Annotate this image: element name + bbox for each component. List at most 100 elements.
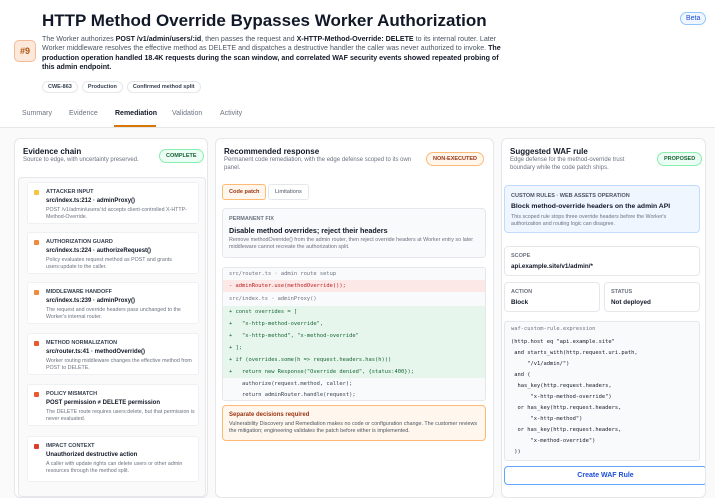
fix-title: Disable method overrides; reject their h… — [229, 226, 388, 235]
deploy-status-field: STATUS Not deployed — [604, 282, 700, 312]
fix-label: PERMANENT FIX — [229, 216, 274, 222]
step-label: ATTACKER INPUT — [46, 189, 94, 195]
finding-header: #9 HTTP Method Override Bypasses Worker … — [0, 0, 715, 100]
step-label: AUTHORIZATION GUARD — [46, 239, 113, 245]
code-line: + if (overrides.some(h => request.header… — [223, 354, 485, 366]
expression-line: and starts_with(http.request.uri.path, — [511, 350, 638, 356]
limitations-tab[interactable]: Limitations — [268, 184, 309, 200]
code-line: - adminRouter.use(methodOverride()); — [223, 280, 485, 292]
code-line: + "x-http-method", "x-method-override" — [223, 330, 485, 342]
expression-line: and ( — [511, 372, 531, 378]
waf-expression: waf-custom-rule.expression (http.host eq… — [504, 321, 700, 461]
tab-remediation[interactable]: Remediation — [115, 110, 157, 117]
code-line: src/router.ts · admin route setup — [229, 271, 337, 277]
finding-tags: CWE-863 Production Confirmed method spli… — [42, 81, 201, 93]
step-location: src/index.ts:239 · adminProxy() — [46, 298, 136, 304]
expression-line: )) — [511, 449, 521, 455]
step-description: POST /v1/admin/users/:id accepts client-… — [46, 207, 187, 220]
deploy-status-value: Not deployed — [611, 299, 651, 306]
step-description: The request and override headers pass un… — [46, 307, 181, 320]
code-patch-tab[interactable]: Code patch — [222, 184, 267, 200]
scope-label: SCOPE — [511, 253, 531, 259]
severity-dot — [34, 240, 39, 245]
tag-confirmation: Confirmed method split — [126, 81, 201, 93]
evidence-step[interactable]: AUTHORIZATION GUARD src/index.ts:224 · a… — [27, 232, 199, 274]
code-line: return adminRouter.handle(request); — [229, 392, 356, 398]
separate-decisions-note: Separate decisions required Vulnerabilit… — [222, 405, 486, 441]
expression-line: "x-http-method") — [511, 416, 583, 422]
expression-line: (http.host eq "api.example.site" — [511, 339, 615, 345]
expression-line: has_key(http.request.headers, — [511, 383, 612, 389]
expression-line: "/v1/admin/") — [511, 361, 570, 367]
response-panel: Recommended response Permanent code reme… — [215, 138, 494, 498]
severity-dot — [34, 444, 39, 449]
evidence-subtitle: Source to edge, with uncertainty preserv… — [23, 157, 139, 163]
create-waf-rule-button[interactable]: Create WAF Rule — [504, 466, 705, 485]
code-line: + return new Response("Override denied",… — [223, 366, 485, 378]
code-diff: src/router.ts · admin route setup - admi… — [222, 267, 486, 401]
step-description: Worker routing middleware changes the ef… — [46, 358, 192, 371]
evidence-chain-list: ATTACKER INPUT src/index.ts:212 · adminP… — [18, 177, 206, 497]
code-line: src/index.ts · adminProxy() — [229, 296, 317, 302]
scope-field: SCOPE api.example.site/v1/admin/* — [504, 246, 700, 276]
tab-activity[interactable]: Activity — [220, 110, 242, 117]
active-tab-indicator — [114, 125, 156, 127]
step-location: src/index.ts:224 · authorizeRequest() — [46, 248, 152, 254]
step-location: src/router.ts:41 · methodOverride() — [46, 349, 146, 355]
rule-title: Block method-override headers on the adm… — [511, 203, 671, 210]
finding-index-badge: #9 — [14, 40, 36, 62]
scope-value: api.example.site/v1/admin/* — [511, 263, 593, 270]
code-line: + "x-http-method-override", — [223, 318, 485, 330]
severity-dot — [34, 290, 39, 295]
tab-validation[interactable]: Validation — [172, 110, 202, 117]
step-label: MIDDLEWARE HANDOFF — [46, 289, 112, 295]
waf-status-badge: PROPOSED — [657, 152, 703, 166]
evidence-step[interactable]: MIDDLEWARE HANDOFF src/index.ts:239 · ad… — [27, 282, 199, 324]
severity-dot — [34, 341, 39, 346]
expression-label: waf-custom-rule.expression — [511, 326, 596, 332]
tag-environment: Production — [81, 81, 123, 93]
action-label: ACTION — [511, 289, 533, 295]
step-description: A caller with update rights can delete u… — [46, 461, 183, 474]
fix-description: Remove methodOverride() from the admin r… — [229, 237, 474, 250]
expression-line: or has_key(http.request.headers, — [511, 405, 622, 411]
tab-bar: Summary Evidence Remediation Validation … — [0, 100, 715, 128]
evidence-step[interactable]: ATTACKER INPUT src/index.ts:212 · adminP… — [27, 182, 199, 224]
severity-dot — [34, 392, 39, 397]
rule-description: This scoped rule stops three override he… — [511, 214, 667, 227]
action-field: ACTION Block — [504, 282, 600, 312]
evidence-step[interactable]: IMPACT CONTEXT Unauthorized destructive … — [27, 436, 199, 482]
waf-rule-card: CUSTOM RULES · WEB ASSETS OPERATION Bloc… — [504, 185, 700, 233]
step-label: IMPACT CONTEXT — [46, 443, 95, 449]
step-location: src/index.ts:212 · adminProxy() — [46, 198, 136, 204]
tab-summary[interactable]: Summary — [22, 110, 52, 117]
evidence-title: Evidence chain — [23, 147, 82, 156]
response-subtitle: Permanent code remediation, with the edg… — [224, 157, 412, 171]
response-status-badge: NON-EXECUTED — [426, 152, 485, 166]
rule-label: CUSTOM RULES · WEB ASSETS OPERATION — [511, 193, 630, 199]
step-location: Unauthorized destructive action — [46, 452, 138, 458]
expression-line: "x-method-override") — [511, 438, 596, 444]
note-title: Separate decisions required — [229, 412, 310, 418]
severity-dot — [34, 190, 39, 195]
evidence-step[interactable]: POLICY MISMATCH POST permission ≠ DELETE… — [27, 384, 199, 426]
beta-badge: Beta — [680, 12, 707, 25]
tab-evidence[interactable]: Evidence — [69, 110, 98, 117]
expression-line: or has_key(http.request.headers, — [511, 427, 622, 433]
step-label: POLICY MISMATCH — [46, 391, 98, 397]
response-title: Recommended response — [224, 147, 320, 156]
tag-cwe: CWE-863 — [42, 81, 78, 93]
waf-title: Suggested WAF rule — [510, 147, 588, 156]
deploy-status-label: STATUS — [611, 289, 633, 295]
finding-description: The Worker authorizes POST /v1/admin/use… — [42, 35, 501, 72]
step-description: The DELETE route requires users:delete, … — [46, 409, 195, 422]
evidence-step[interactable]: METHOD NORMALIZATION src/router.ts:41 · … — [27, 333, 199, 375]
step-description: Policy evaluates request method as POST … — [46, 257, 172, 270]
page-title: HTTP Method Override Bypasses Worker Aut… — [42, 11, 487, 30]
evidence-panel: Evidence chain Source to edge, with unce… — [14, 138, 208, 498]
step-label: METHOD NORMALIZATION — [46, 340, 118, 346]
evidence-status-badge: COMPLETE — [159, 149, 204, 163]
code-line: + ]; — [223, 342, 485, 354]
action-value: Block — [511, 299, 529, 306]
step-location: POST permission ≠ DELETE permission — [46, 400, 160, 406]
